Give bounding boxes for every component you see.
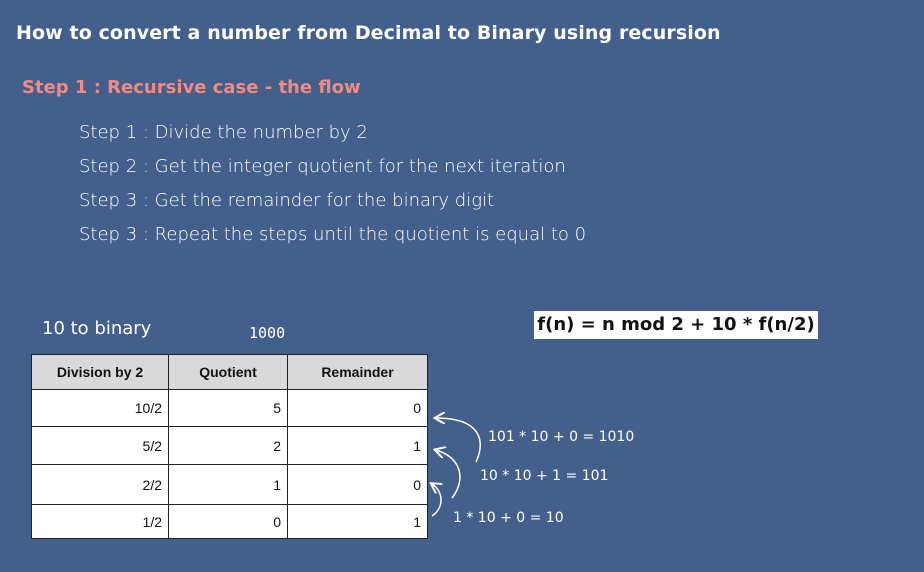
calculation-step: 101 * 10 + 0 = 1010 — [488, 429, 635, 445]
arrow-up-2 — [436, 450, 461, 499]
recursion-arrows — [0, 0, 481, 517]
calculation-step: 10 * 10 + 1 = 101 — [480, 468, 609, 484]
calculation-step: 1 * 10 + 0 = 10 — [453, 510, 564, 526]
arrow-up-1 — [436, 418, 481, 463]
arrow-up-3 — [432, 484, 441, 517]
